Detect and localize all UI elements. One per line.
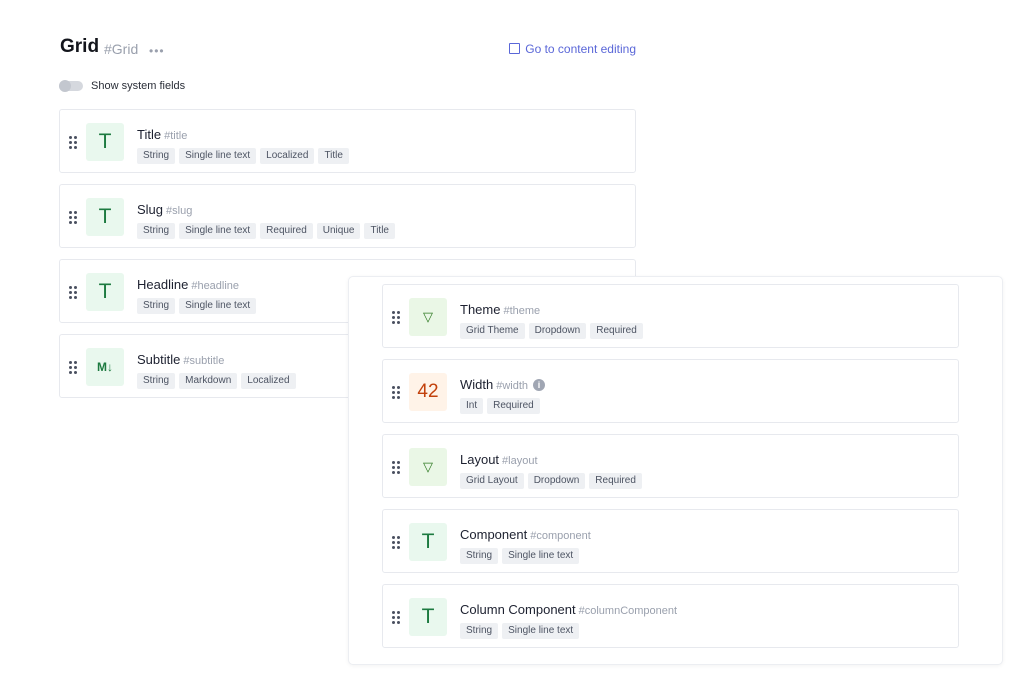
field-tag: Single line text <box>502 623 580 639</box>
drag-handle-icon[interactable] <box>392 611 401 624</box>
field-name: Subtitle <box>137 352 181 367</box>
info-icon[interactable]: i <box>533 379 546 391</box>
field-name: Column Component <box>460 602 576 617</box>
drag-handle-icon[interactable] <box>392 386 401 399</box>
field-tag: Grid Theme <box>460 323 525 339</box>
field-tag: String <box>460 548 499 564</box>
field-api-id: #width <box>496 380 529 392</box>
field-tags: String Single line text Required Unique Titl… <box>137 220 399 239</box>
field-api-id: #title <box>164 130 188 142</box>
drag-handle-icon[interactable] <box>392 536 401 549</box>
field-tag: Int <box>460 398 484 414</box>
model-api-id: #Grid <box>104 41 139 57</box>
field-card-column-component[interactable]: T Column Component #columnComponent Strin… <box>382 584 959 648</box>
field-name: Headline <box>137 277 189 292</box>
model-title: Grid <box>60 36 100 57</box>
field-card-layout[interactable]: ▽ Layout #layout Grid Layout Dropdown Requi… <box>382 434 959 498</box>
text-type-icon: T <box>409 523 447 561</box>
component-fields-panel: ▽ Theme #theme Grid Theme Dropdown Required… <box>348 276 1003 665</box>
field-api-id: #columnComponent <box>578 605 678 617</box>
drag-handle-icon[interactable] <box>69 361 78 374</box>
field-tags: Int Required <box>460 395 544 414</box>
field-tags: String Markdown Localized <box>137 370 300 389</box>
field-name: Theme <box>460 302 501 317</box>
page-header: Grid #Grid ••• Go to content editing <box>60 36 636 62</box>
drag-handle-icon[interactable] <box>392 461 401 474</box>
drag-handle-icon[interactable] <box>69 136 78 149</box>
field-tag: Localized <box>260 148 315 164</box>
field-tag: Dropdown <box>528 323 587 339</box>
field-name: Layout <box>460 452 500 467</box>
field-tag: Single line text <box>179 148 257 164</box>
toggle-knob <box>59 80 71 92</box>
field-tag: Single line text <box>179 223 257 239</box>
field-tag: String <box>137 148 176 164</box>
field-name: Title <box>137 127 162 142</box>
field-tag: String <box>460 623 499 639</box>
drag-handle-icon[interactable] <box>69 286 78 299</box>
field-tag: Required <box>260 223 313 239</box>
drag-handle-icon[interactable] <box>392 311 401 324</box>
field-tag: Markdown <box>179 373 238 389</box>
show-system-fields-toggle[interactable] <box>59 80 83 92</box>
field-tag: Single line text <box>179 298 257 314</box>
field-api-id: #subtitle <box>183 355 225 367</box>
field-tags: String Single line text <box>137 295 260 314</box>
field-card-theme[interactable]: ▽ Theme #theme Grid Theme Dropdown Required <box>382 284 959 348</box>
edit-icon <box>509 43 521 54</box>
number-type-icon: 42 <box>409 373 447 411</box>
field-tag: String <box>137 223 176 239</box>
field-card-title[interactable]: T Title #title String Single line text Loca… <box>59 109 636 173</box>
field-api-id: #slug <box>166 205 193 217</box>
field-tag: Title <box>364 223 395 239</box>
go-to-content-editing-link[interactable]: Go to content editing <box>509 42 636 56</box>
field-tag: Grid Layout <box>460 473 524 489</box>
markdown-type-icon: M↓ <box>86 348 124 386</box>
field-tag: Single line text <box>502 548 580 564</box>
field-tag: Localized <box>241 373 296 389</box>
drag-handle-icon[interactable] <box>69 211 78 224</box>
field-api-id: #component <box>530 530 591 542</box>
text-type-icon: T <box>86 273 124 311</box>
field-api-id: #theme <box>503 305 541 317</box>
field-card-slug[interactable]: T Slug #slug String Single line text Requir… <box>59 184 636 248</box>
field-tag: String <box>137 298 176 314</box>
field-tag: Required <box>487 398 540 414</box>
field-tag: Dropdown <box>527 473 586 489</box>
field-api-id: #layout <box>502 455 538 467</box>
field-tags: String Single line text <box>460 545 583 564</box>
content-link-label: Go to content editing <box>525 42 636 56</box>
field-card-component[interactable]: T Component #component String Single line … <box>382 509 959 573</box>
text-type-icon: T <box>409 598 447 636</box>
field-tag: Required <box>590 323 643 339</box>
field-tag: Unique <box>316 223 361 239</box>
field-tags: String Single line text <box>460 620 583 639</box>
dropdown-type-icon: ▽ <box>409 298 447 336</box>
field-tag: Title <box>318 148 349 164</box>
show-system-fields-label: Show system fields <box>91 80 186 92</box>
dropdown-type-icon: ▽ <box>409 448 447 486</box>
field-tags: Grid Layout Dropdown Required <box>460 470 646 489</box>
field-card-width[interactable]: 42 Width #width i Int Required <box>382 359 959 423</box>
text-type-icon: T <box>86 198 124 236</box>
field-name: Slug <box>137 202 164 217</box>
field-api-id: #headline <box>191 280 240 292</box>
more-options-icon[interactable]: ••• <box>149 44 165 58</box>
field-tag: String <box>137 373 176 389</box>
field-tags: String Single line text Localized Title <box>137 145 353 164</box>
field-name: Component <box>460 527 528 542</box>
text-type-icon: T <box>86 123 124 161</box>
field-name: Width <box>460 377 494 392</box>
field-tags: Grid Theme Dropdown Required <box>460 320 647 339</box>
field-tag: Required <box>589 473 642 489</box>
